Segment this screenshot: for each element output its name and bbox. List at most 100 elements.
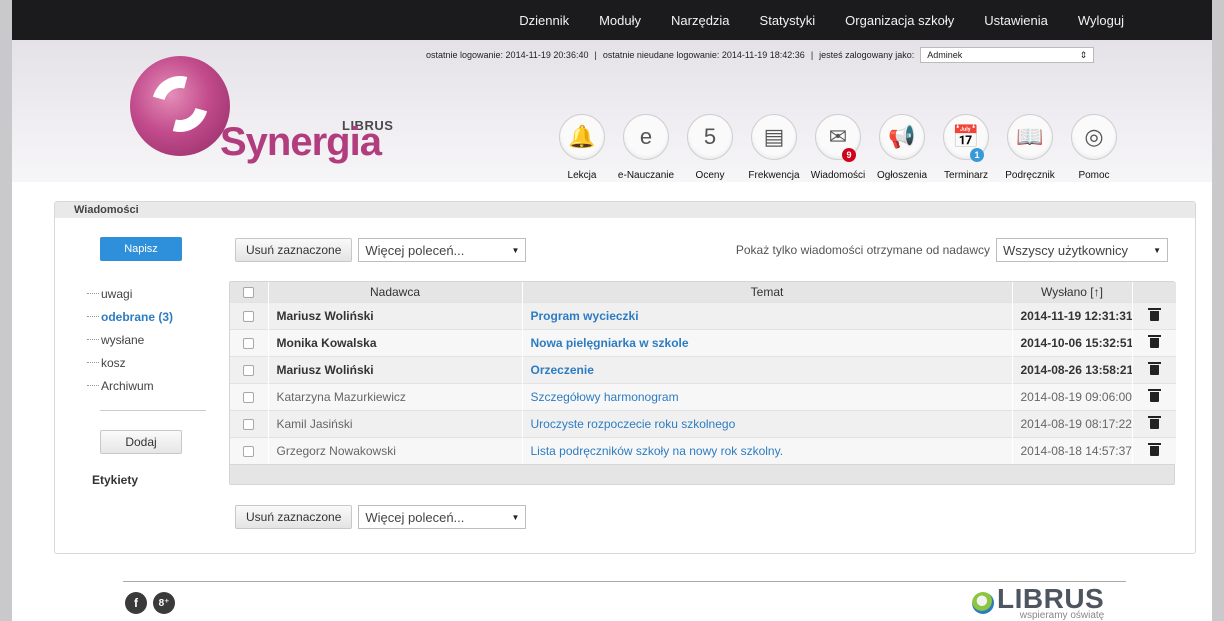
labels-title: Etykiety	[92, 473, 139, 487]
delete-selected-button[interactable]: Usuń zaznaczone	[235, 238, 353, 262]
nav-organizacja-szkoly[interactable]: Organizacja szkoły	[845, 13, 954, 28]
row-select-cell	[230, 355, 269, 383]
message-sender[interactable]: Mariusz Woliński	[268, 301, 523, 329]
delete-cell	[1132, 382, 1177, 410]
sender-filter-value: Wszyscy użytkownicy	[1003, 242, 1128, 258]
nav-narzedzia[interactable]: Narzędzia	[671, 13, 730, 28]
updown-arrow-icon: ⇕	[1079, 49, 1088, 60]
tree-line	[87, 339, 99, 340]
main-menu: Dziennik Moduły Narzędzia Statystyki Org…	[519, 0, 1212, 40]
column-header-sent[interactable]: Wysłano [↑]	[1012, 282, 1133, 302]
user-select[interactable]: Adminek ⇕	[920, 47, 1095, 63]
folder-list: uwagi odebrane (3) wysłane kosz Archiwum	[87, 282, 173, 397]
tree-line	[87, 385, 99, 386]
more-commands-value: Więcej poleceń...	[365, 242, 465, 258]
facebook-icon[interactable]: f	[125, 592, 147, 614]
delete-selected-button[interactable]: Usuń zaznaczone	[235, 505, 353, 529]
module-wiadomosci[interactable]: ✉ 9 Wiadomości	[806, 114, 870, 181]
module-pomoc[interactable]: ◎ Pomoc	[1062, 114, 1126, 181]
book-icon: 📖	[1007, 114, 1053, 160]
module-label: e-Nauczanie	[617, 170, 675, 181]
more-commands-value: Więcej poleceń...	[365, 509, 465, 525]
user-select-value: Adminek	[927, 50, 963, 60]
message-subject-link[interactable]: Szczegółowy harmonogram	[522, 382, 1013, 410]
message-subject-link[interactable]: Orzeczenie	[522, 355, 1013, 383]
message-subject-link[interactable]: Lista podręczników szkoły na nowy rok sz…	[522, 436, 1013, 464]
message-date: 2014-10-06 15:32:51	[1012, 328, 1133, 356]
nav-wyloguj[interactable]: Wyloguj	[1078, 13, 1124, 28]
folder-odebrane[interactable]: odebrane (3)	[87, 305, 173, 328]
last-login-text: ostatnie logowanie: 2014-11-19 20:36:40	[426, 50, 589, 60]
nav-dziennik[interactable]: Dziennik	[519, 13, 569, 28]
module-terminarz[interactable]: 📅 1 Terminarz	[934, 114, 998, 181]
table-row: Mariusz Woliński Program wycieczki 2014-…	[230, 301, 1177, 329]
login-info-bar: ostatnie logowanie: 2014-11-19 20:36:40 …	[426, 47, 1095, 63]
message-sender[interactable]: Monika Kowalska	[268, 328, 523, 356]
folder-archiwum[interactable]: Archiwum	[87, 374, 173, 397]
tree-line	[87, 316, 99, 317]
message-subject-link[interactable]: Uroczyste rozpoczecie roku szkolnego	[522, 409, 1013, 437]
table-footer	[230, 464, 1174, 484]
column-header-sender[interactable]: Nadawca	[268, 282, 523, 302]
nav-ustawienia[interactable]: Ustawienia	[984, 13, 1048, 28]
message-sender[interactable]: Kamil Jasiński	[268, 409, 523, 437]
sender-filter-label: Pokaż tylko wiadomości otrzymane od nada…	[735, 243, 990, 257]
message-sender[interactable]: Katarzyna Mazurkiewicz	[268, 382, 523, 410]
sender-filter-select[interactable]: Wszyscy użytkownicy ▼	[996, 238, 1168, 262]
megaphone-icon: 📢	[879, 114, 925, 160]
module-frekwencja[interactable]: ▤ Frekwencja	[742, 114, 806, 181]
row-checkbox[interactable]	[243, 310, 255, 322]
row-checkbox[interactable]	[243, 446, 255, 458]
tree-line	[87, 293, 99, 294]
folder-uwagi[interactable]: uwagi	[87, 282, 173, 305]
top-navigation-bar: Dziennik Moduły Narzędzia Statystyki Org…	[12, 0, 1212, 40]
add-label-button[interactable]: Dodaj	[100, 430, 182, 454]
nav-statystyki[interactable]: Statystyki	[760, 13, 816, 28]
e-learning-icon: e	[623, 114, 669, 160]
compose-button[interactable]: Napisz	[100, 237, 182, 261]
row-checkbox[interactable]	[243, 364, 255, 376]
logged-as-label: jesteś zalogowany jako:	[819, 50, 915, 60]
row-checkbox[interactable]	[243, 337, 255, 349]
message-sender[interactable]: Grzegorz Nowakowski	[268, 436, 523, 464]
trash-icon[interactable]	[1147, 307, 1161, 321]
more-commands-select[interactable]: Więcej poleceń... ▼	[358, 238, 527, 262]
message-subject-link[interactable]: Program wycieczki	[522, 301, 1013, 329]
nav-moduly[interactable]: Moduły	[599, 13, 641, 28]
trash-icon[interactable]	[1147, 361, 1161, 375]
librus-logo-icon	[972, 592, 994, 614]
message-subject-link[interactable]: Nowa pielęgniarka w szkole	[522, 328, 1013, 356]
message-date: 2014-08-19 08:17:22	[1012, 409, 1133, 437]
delete-cell	[1132, 301, 1177, 329]
module-label: Terminarz	[944, 170, 988, 181]
sidebar-divider	[100, 410, 206, 411]
folder-kosz[interactable]: kosz	[87, 351, 173, 374]
delete-cell	[1132, 355, 1177, 383]
module-ogloszenia[interactable]: 📢 Ogłoszenia	[870, 114, 934, 181]
grades-icon: 5	[687, 114, 733, 160]
row-checkbox[interactable]	[243, 418, 255, 430]
module-e-nauczanie[interactable]: e e-Nauczanie	[614, 114, 678, 181]
google-plus-icon[interactable]: 8⁺	[153, 592, 175, 614]
panel-title: Wiadomości	[55, 202, 1195, 218]
table-header-row: Nadawca Temat Wysłano [↑]	[230, 282, 1177, 302]
folder-label: odebrane (3)	[101, 309, 174, 324]
table-row: Grzegorz Nowakowski Lista podręczników s…	[230, 436, 1177, 464]
select-all-checkbox[interactable]	[243, 287, 255, 299]
folder-label: wysłane	[101, 332, 145, 347]
bell-icon: 🔔	[559, 114, 605, 160]
trash-icon[interactable]	[1147, 334, 1161, 348]
message-sender[interactable]: Mariusz Woliński	[268, 355, 523, 383]
select-all-cell	[230, 282, 269, 302]
row-checkbox[interactable]	[243, 391, 255, 403]
column-header-subject[interactable]: Temat	[522, 282, 1013, 302]
module-podrecznik[interactable]: 📖 Podręcznik	[998, 114, 1062, 181]
message-date: 2014-08-26 13:58:21	[1012, 355, 1133, 383]
trash-icon[interactable]	[1147, 388, 1161, 402]
folder-wyslane[interactable]: wysłane	[87, 328, 173, 351]
module-oceny[interactable]: 5 Oceny	[678, 114, 742, 181]
module-lekcja[interactable]: 🔔 Lekcja	[550, 114, 614, 181]
more-commands-select[interactable]: Więcej poleceń... ▼	[358, 505, 527, 529]
trash-icon[interactable]	[1147, 442, 1161, 456]
trash-icon[interactable]	[1147, 415, 1161, 429]
